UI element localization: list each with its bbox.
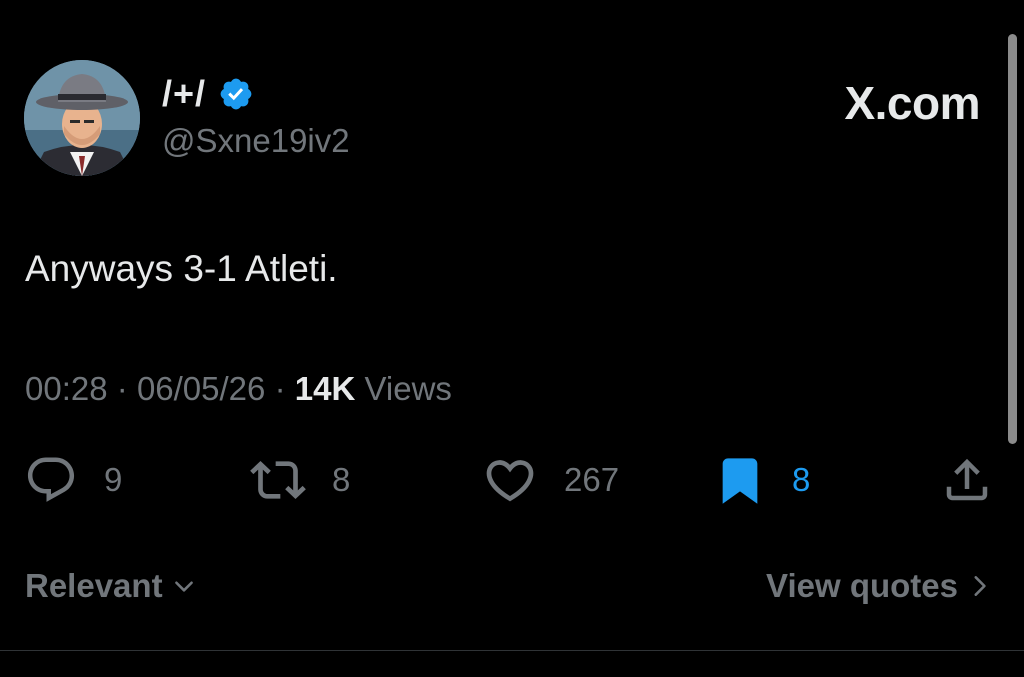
- sort-replies-dropdown[interactable]: Relevant: [25, 565, 197, 607]
- avatar[interactable]: [24, 60, 140, 176]
- repost-button[interactable]: 8: [250, 452, 350, 508]
- meta-separator: ·: [116, 370, 128, 407]
- author-name-row[interactable]: /+/: [162, 72, 254, 116]
- tweet-time[interactable]: 00:28: [25, 370, 108, 407]
- views-count[interactable]: 14K: [295, 370, 356, 407]
- share-button[interactable]: [940, 452, 994, 508]
- scrollbar[interactable]: [1008, 34, 1017, 444]
- tweet-meta: 00:28 · 06/05/26 · 14K Views: [25, 370, 452, 408]
- fedora-man-avatar-icon: [24, 60, 140, 176]
- view-quotes-label: View quotes: [766, 567, 958, 604]
- brand-logo: X.com: [844, 77, 980, 129]
- tweet-date[interactable]: 06/05/26: [137, 370, 265, 407]
- bookmark-filled-icon: [722, 458, 758, 504]
- chevron-down-icon: [174, 581, 193, 592]
- chevron-right-icon: [974, 576, 986, 596]
- reply-button[interactable]: 9: [24, 452, 122, 508]
- reply-icon: [27, 457, 75, 502]
- reply-count: 9: [104, 461, 123, 498]
- action-bar: 9 8 267 8: [0, 452, 1024, 508]
- divider: [0, 650, 1024, 651]
- views-label[interactable]: Views: [364, 370, 451, 407]
- author-handle[interactable]: @Sxne19iv2: [162, 122, 350, 160]
- verified-badge-icon: [220, 78, 252, 110]
- like-count: 267: [564, 461, 620, 498]
- view-quotes-link[interactable]: View quotes: [766, 565, 992, 607]
- bookmark-count: 8: [792, 461, 811, 498]
- display-name[interactable]: /+/: [162, 73, 206, 115]
- heart-icon: [486, 460, 534, 502]
- like-button[interactable]: 267: [482, 452, 619, 508]
- repost-count: 8: [332, 461, 351, 498]
- meta-separator: ·: [274, 370, 286, 407]
- tweet-text: Anyways 3-1 Atleti.: [25, 248, 338, 289]
- share-icon: [946, 458, 988, 501]
- sort-label: Relevant: [25, 567, 163, 604]
- repost-icon: [250, 461, 306, 499]
- bookmark-button[interactable]: 8: [714, 452, 810, 508]
